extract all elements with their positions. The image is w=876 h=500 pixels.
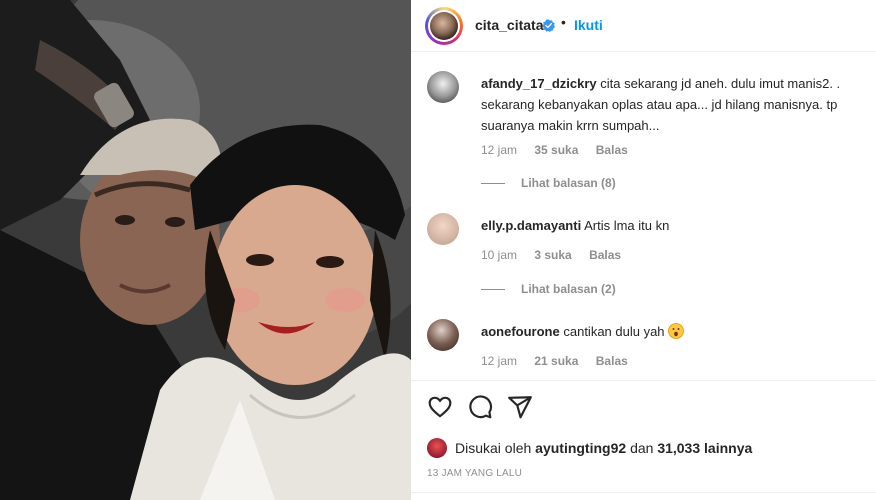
comment-text: Artis lma itu kn [584,218,670,233]
section-divider [411,380,876,381]
likes-prefix: Disukai oleh [455,440,532,456]
comment-likes[interactable]: 3 suka [534,248,571,262]
bottom-divider [411,492,876,493]
reply-button[interactable]: Balas [596,354,628,368]
comment-meta: 12 jam 21 suka Balas [481,354,642,368]
post-header: cita_citata • Ikuti [411,0,876,52]
comment-icon[interactable] [467,394,493,420]
view-replies-label: Lihat balasan (2) [521,282,616,296]
comments-list[interactable]: afandy_17_dzickry cita sekarang jd aneh.… [411,53,876,380]
comment-likes[interactable]: 35 suka [534,143,578,157]
share-icon[interactable] [507,394,533,420]
profile-avatar[interactable] [425,7,463,45]
comment-username[interactable]: aonefourone [481,324,560,339]
comment-item: aonefourone cantikan dulu yah 12 jam 21 … [427,319,867,379]
comment-time: 12 jam [481,143,518,157]
liker-username[interactable]: ayutingting92 [535,440,626,456]
post-panel: cita_citata • Ikuti afandy_17_dzickry ci… [411,0,876,500]
commenter-avatar[interactable] [427,319,459,351]
likes-count[interactable]: 31,033 [657,440,700,456]
surprised-face-emoji-icon [668,323,685,339]
reply-button[interactable]: Balas [589,248,621,262]
view-replies-button[interactable]: Lihat balasan (8) [481,176,616,190]
heart-icon[interactable] [427,394,453,420]
verified-badge-icon [542,19,555,32]
comment-username[interactable]: afandy_17_dzickry [481,76,597,91]
view-replies-button[interactable]: Lihat balasan (2) [481,282,616,296]
comment-meta: 10 jam 3 suka Balas [481,248,635,262]
comment-time: 10 jam [481,248,518,262]
selfie-photo-illustration [0,0,411,500]
reply-button[interactable]: Balas [596,143,628,157]
likes-suffix[interactable]: lainnya [704,440,752,456]
comment-text: cantikan dulu yah [563,324,665,339]
likes-middle: dan [630,440,654,456]
post-username[interactable]: cita_citata [475,17,543,33]
comment-item: afandy_17_dzickry cita sekarang jd aneh.… [427,71,867,191]
separator-dot: • [561,14,566,30]
commenter-avatar[interactable] [427,71,459,103]
comment-likes[interactable]: 21 suka [534,354,578,368]
view-replies-label: Lihat balasan (8) [521,176,616,190]
post-photo[interactable] [0,0,411,500]
commenter-avatar[interactable] [427,213,459,245]
liker-avatar[interactable] [427,438,447,458]
comment-meta: 12 jam 35 suka Balas [481,143,642,157]
likes-summary[interactable]: Disukai oleh ayutingting92 dan 31,033 la… [427,438,752,458]
replies-line [481,288,505,290]
post-actions [427,394,533,420]
comment-item: elly.p.damayanti Artis lma itu kn 10 jam… [427,213,867,296]
comment-time: 12 jam [481,354,518,368]
post-timestamp[interactable]: 13 JAM YANG LALU [427,468,522,479]
comment-username[interactable]: elly.p.damayanti [481,218,581,233]
replies-line [481,182,505,184]
follow-button[interactable]: Ikuti [574,17,603,33]
